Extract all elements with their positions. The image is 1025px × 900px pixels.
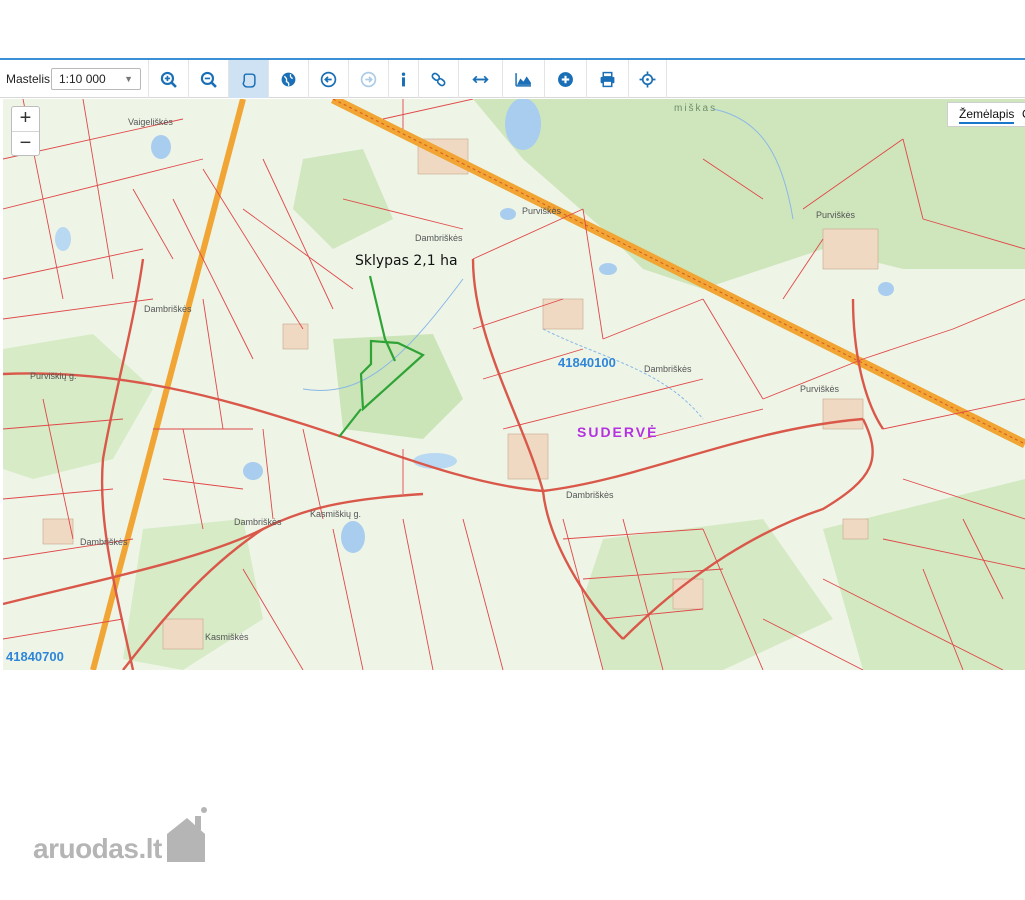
- print-icon: [600, 71, 615, 87]
- toolbar-divider: [666, 60, 667, 98]
- back-arrow-button[interactable]: [308, 60, 348, 98]
- map-base-layer: [3, 99, 1025, 670]
- cadastral-code: 41840100: [558, 355, 616, 370]
- place-label: Dambriškės: [234, 517, 282, 527]
- layer-switcher: Žemėlapis O: [947, 102, 1025, 127]
- profile-chart-icon: [515, 72, 531, 87]
- dropdown-caret-icon: ▼: [124, 74, 133, 84]
- back-arrow-icon: [320, 71, 337, 87]
- globe-icon: [281, 72, 296, 86]
- place-label: Dambriškės: [644, 364, 692, 374]
- place-label: Purviškės: [800, 384, 840, 394]
- map-viewer-page: Mastelis: 1:10 000 ▼ + − Žemėlapis Vaige…: [0, 0, 1025, 900]
- zoom-in-button[interactable]: [148, 60, 188, 98]
- place-label: Purviškės: [522, 206, 562, 216]
- street-label: Kasmiškių g.: [310, 509, 362, 519]
- street-label: Purviškių g.: [30, 371, 77, 381]
- place-label: Dambriškės: [80, 537, 128, 547]
- aruodas-watermark: aruodas.lt: [33, 806, 223, 866]
- watermark-text: aruodas.lt: [33, 833, 162, 864]
- map-canvas[interactable]: + − Žemėlapis O Vaigeliškės Purviškės Da…: [3, 99, 1025, 670]
- place-label: Vaigeliškės: [128, 117, 173, 127]
- zoom-in-icon: [160, 71, 177, 88]
- link-button[interactable]: [418, 60, 458, 98]
- print-button[interactable]: [586, 60, 628, 98]
- zoom-out-button[interactable]: −: [12, 131, 39, 155]
- measure-distance-button[interactable]: [458, 60, 502, 98]
- house-logo-icon: [167, 807, 207, 862]
- globe-button[interactable]: [268, 60, 308, 98]
- locate-button[interactable]: [628, 60, 666, 98]
- scale-select[interactable]: 1:10 000 ▼: [51, 68, 141, 90]
- cadastral-code: 41840700: [6, 649, 64, 664]
- zoom-in-button[interactable]: +: [12, 107, 39, 131]
- area-label: miškas: [674, 103, 718, 114]
- profile-chart-button[interactable]: [502, 60, 544, 98]
- place-label: Dambriškės: [415, 233, 463, 243]
- place-label: Dambriškės: [144, 304, 192, 314]
- plot-annotation: Sklypas 2,1 ha: [355, 253, 458, 269]
- forward-arrow-button[interactable]: [348, 60, 388, 98]
- tab-zemelapis[interactable]: Žemėlapis: [959, 107, 1015, 124]
- info-button[interactable]: [388, 60, 418, 98]
- info-icon: [401, 71, 406, 86]
- place-label: Dambriškės: [566, 490, 614, 500]
- hand-pan-icon: [242, 72, 256, 88]
- add-button[interactable]: [544, 60, 586, 98]
- zoom-out-icon: [200, 71, 217, 88]
- hand-pan-button[interactable]: [228, 60, 268, 98]
- map-toolbar: Mastelis: 1:10 000 ▼: [0, 60, 1025, 98]
- place-label: Kasmiškės: [205, 632, 249, 642]
- zoom-control: + −: [11, 106, 40, 156]
- scale-label: Mastelis:: [6, 72, 54, 86]
- add-icon: [558, 71, 573, 87]
- link-icon: [431, 72, 446, 86]
- scale-value: 1:10 000: [59, 72, 106, 86]
- zoom-out-button[interactable]: [188, 60, 228, 98]
- measure-distance-icon: [472, 75, 489, 83]
- forward-arrow-icon: [360, 71, 377, 87]
- locate-icon: [639, 71, 656, 87]
- place-label: Purviškės: [816, 210, 856, 220]
- district-label: SUDERVĖ: [577, 424, 659, 440]
